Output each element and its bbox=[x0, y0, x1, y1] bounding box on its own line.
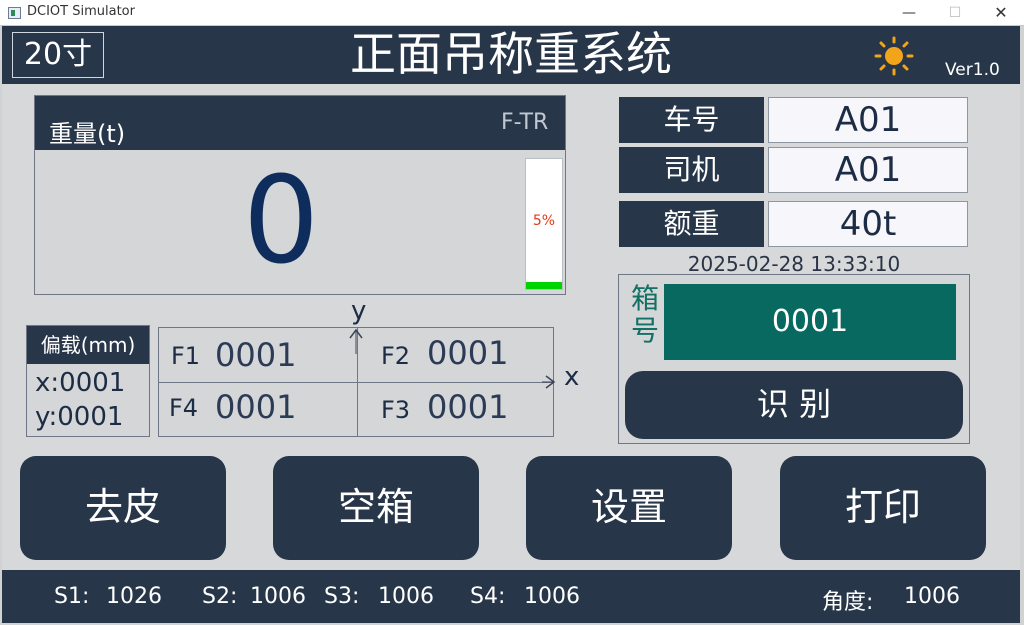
close-button[interactable]: ✕ bbox=[978, 0, 1024, 26]
app-area: 正面吊称重系统 20寸 Ver1.0 重量(t) F-TR 0 5% 车号 A0… bbox=[2, 26, 1020, 623]
angle-label: 角度: bbox=[822, 590, 874, 615]
tare-button[interactable]: 去皮 bbox=[20, 456, 226, 560]
s2-label: S2: bbox=[202, 584, 238, 609]
minimize-button[interactable]: — bbox=[886, 0, 932, 26]
window-title: DCIOT Simulator bbox=[27, 4, 135, 19]
status-bar: S1: 1026 S2: 1006 S3: 1006 S4: 1006 角度: … bbox=[2, 570, 1020, 623]
s4-value: 1006 bbox=[524, 584, 580, 609]
s3-value: 1006 bbox=[378, 584, 434, 609]
empty-box-button[interactable]: 空箱 bbox=[273, 456, 479, 560]
settings-button[interactable]: 设置 bbox=[526, 456, 732, 560]
print-button[interactable]: 打印 bbox=[780, 456, 986, 560]
app-icon bbox=[8, 7, 21, 19]
maximize-button[interactable]: ☐ bbox=[932, 0, 978, 26]
s1-label: S1: bbox=[54, 584, 90, 609]
window-titlebar: DCIOT Simulator — ☐ ✕ bbox=[0, 0, 1024, 26]
s3-label: S3: bbox=[324, 584, 360, 609]
y-axis-label: y bbox=[351, 296, 367, 326]
s4-label: S4: bbox=[470, 584, 506, 609]
s1-value: 1026 bbox=[106, 584, 162, 609]
s2-value: 1006 bbox=[250, 584, 306, 609]
x-axis-label: x bbox=[564, 362, 580, 392]
angle-value: 1006 bbox=[904, 584, 960, 609]
